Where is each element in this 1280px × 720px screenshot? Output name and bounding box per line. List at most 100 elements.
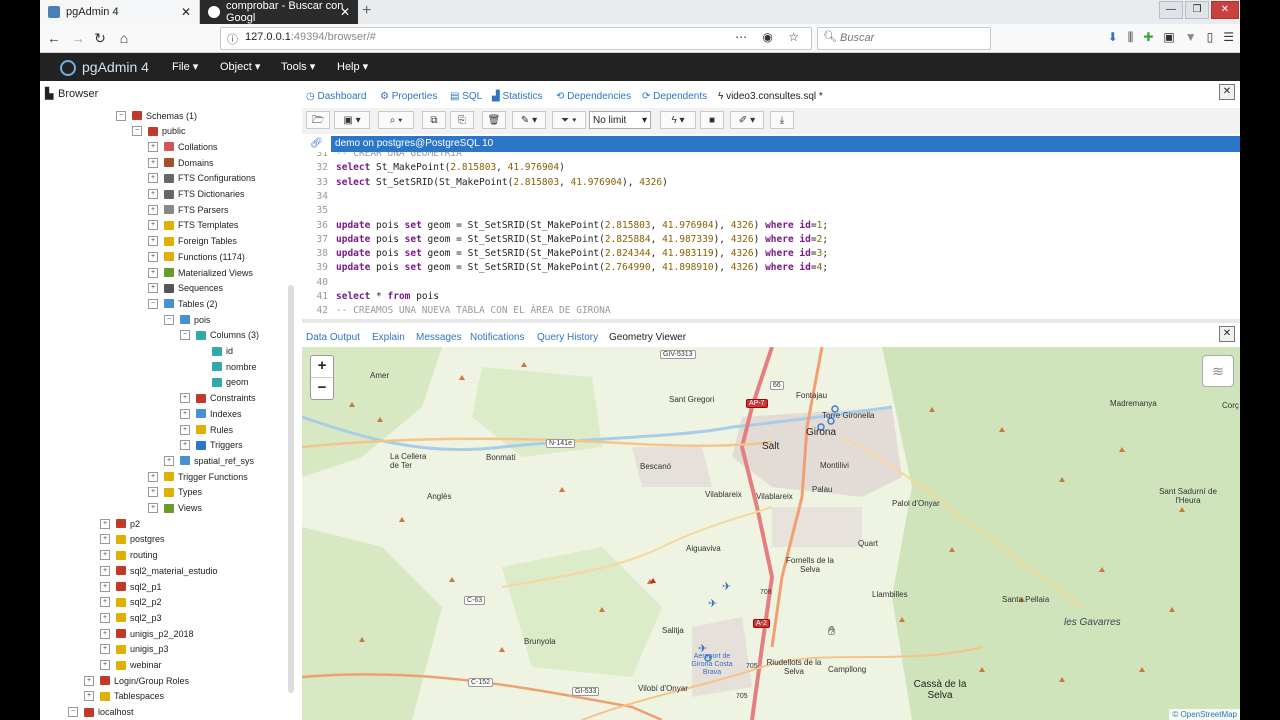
tab-query-file[interactable]: ϟ video3.consultes.sql * [718,91,823,102]
tree-node[interactable]: + Foreign Tables [148,234,237,249]
collapse-icon[interactable]: − [180,330,190,341]
expand-icon[interactable]: + [100,660,110,670]
connection-link-icon[interactable]: 🔗︎ [302,136,331,152]
stop-icon[interactable]: ■ [700,111,724,129]
menu-object[interactable]: Object ▾ [220,60,260,73]
sidebar-icon[interactable]: ▣ [1163,30,1174,45]
code-line[interactable]: 35 [302,205,336,219]
row-limit-select[interactable]: No limit ▾ [589,111,651,129]
clear-icon[interactable]: ✐ ▾ [730,111,764,129]
tree-node[interactable]: + FTS Parsers [148,202,229,217]
expand-icon[interactable]: + [148,251,158,262]
collapse-icon[interactable]: − [68,707,78,718]
execute-icon[interactable]: ϟ ▾ [660,111,696,129]
menu-file[interactable]: File ▾ [172,60,198,73]
open-file-icon[interactable]: 🗁︎ [306,111,330,129]
geometry-map[interactable]: ✈ ✈ ✈ + − ≋ Girona Salt Fontajau Torre G… [302,347,1240,720]
code-line[interactable]: 42 -- CREAMOS UNA NUEVA TABLA CON EL ÁREA… [302,305,611,317]
tree-node[interactable]: − public [132,124,186,139]
expand-icon[interactable]: + [100,534,110,545]
tree-node[interactable]: + sql2_material_estudio [100,563,218,578]
tab-pgadmin[interactable]: pgAdmin 4 ✕ [40,0,200,24]
expand-icon[interactable]: + [100,628,110,639]
code-line[interactable]: 32 select St_MakePoint(2.815803, 41.97690… [302,162,565,176]
tree-node[interactable]: + Constraints [180,391,256,406]
tab-google[interactable]: comprobar - Buscar con Googl ✕ [200,0,358,24]
filter-icon[interactable]: ⏷ ▾ [552,111,586,129]
zoom-in-button[interactable]: + [311,356,333,378]
brand[interactable]: pgAdmin 4 [60,59,149,77]
expand-icon[interactable]: + [148,267,158,278]
expand-icon[interactable]: + [100,644,110,655]
tree-node[interactable]: + Views [148,501,202,516]
expand-icon[interactable]: + [100,612,110,623]
tab-dependencies[interactable]: ⟲ Dependencies [556,91,631,102]
menu-tools[interactable]: Tools ▾ [281,60,315,73]
expand-icon[interactable]: + [148,487,158,498]
collapse-icon[interactable]: − [116,110,126,121]
tree-node[interactable]: + sql2_p2 [100,595,162,610]
minimize-icon[interactable]: — [1159,1,1183,19]
url-bar[interactable]: ⓘ 127.0.0.1:49394/browser/# ⋯ ◉ ☆ [220,27,812,50]
find-icon[interactable]: ⌕ ▾ [378,111,414,129]
code-line[interactable]: 34 [302,191,336,205]
close-tab-icon[interactable]: ✕ [181,5,191,19]
forward-icon[interactable]: → [68,28,88,48]
tab-notifications[interactable]: Notifications [470,332,524,343]
search-box[interactable]: 🔍︎ [817,27,991,50]
collapse-icon[interactable]: − [164,314,174,325]
search-input[interactable] [838,31,982,45]
tree-node[interactable]: id [196,344,233,359]
info-icon[interactable]: ⓘ [227,31,238,47]
tree-node[interactable]: + Rules [180,422,233,437]
code-line[interactable]: 36 update pois set geom = St_SetSRID(St_M… [302,220,829,234]
expand-icon[interactable]: + [164,455,174,466]
expand-icon[interactable]: + [148,220,158,231]
expand-icon[interactable]: + [148,204,158,215]
expand-icon[interactable]: + [148,471,158,482]
tree-node[interactable]: + Sequences [148,281,223,296]
expand-icon[interactable]: + [84,691,94,702]
tree-node[interactable]: + Login/Group Roles [84,673,189,688]
tree-node[interactable]: − Columns (3) [180,328,259,343]
tree-node[interactable]: + Indexes [180,406,242,421]
download-results-icon[interactable]: ⤓ [770,111,794,129]
back-icon[interactable]: ← [44,28,64,48]
maximize-icon[interactable]: ❐ [1185,1,1209,19]
pocket-icon[interactable]: ▼ [1185,30,1197,45]
layers-icon[interactable]: ≋ [1202,355,1234,387]
edit-icon[interactable]: ✎ ▾ [512,111,546,129]
panel-splitter[interactable] [302,319,1240,323]
expand-icon[interactable]: + [100,565,110,576]
tree-node[interactable]: + FTS Configurations [148,171,256,186]
tree-node[interactable]: − pois [164,312,211,327]
sql-editor[interactable]: 31 -- CREAR UNA GEOMETRIA 32 select St_Make… [302,152,1240,317]
tab-dashboard[interactable]: ◷ Dashboard [306,91,366,102]
expand-icon[interactable]: + [100,581,110,592]
expand-icon[interactable]: + [148,283,158,294]
tree-node[interactable]: + Functions (1174) [148,249,245,264]
code-line[interactable]: 37 update pois set geom = St_SetSRID(St_M… [302,234,829,248]
expand-icon[interactable]: + [148,189,158,199]
code-line[interactable]: 33 select St_SetSRID(St_MakePoint(2.81580… [302,177,668,191]
tree-node[interactable]: + sql2_p3 [100,610,162,625]
delete-icon[interactable]: 🗑︎ [482,111,506,129]
tree-node[interactable]: + FTS Dictionaries [148,187,245,202]
tree-node[interactable]: + Types [148,485,202,500]
save-icon[interactable]: ▣ ▾ [334,111,370,129]
map-attribution[interactable]: © OpenStreetMap [1169,709,1240,720]
code-line[interactable]: 31 -- CREAR UNA GEOMETRIA [302,152,462,162]
paste-icon[interactable]: ⎘ [450,111,474,129]
tree-node[interactable]: − Schemas (1) [116,108,197,123]
tree-node[interactable]: + FTS Templates [148,218,238,233]
reload-icon[interactable]: ↻ [90,28,110,48]
copy-icon[interactable]: ⧉ [422,111,446,129]
tree-node[interactable]: + Tablespaces [84,689,164,704]
url-actions[interactable]: ⋯ ◉ ☆ [735,30,805,44]
tree-node[interactable]: − localhost [68,705,134,720]
extension-icon[interactable]: ✚ [1143,30,1153,45]
code-line[interactable]: 40 [302,277,336,291]
collapse-icon[interactable]: − [148,298,158,309]
library-icon[interactable]: ⫼ [1128,30,1134,45]
tree-scrollbar[interactable] [288,285,294,693]
